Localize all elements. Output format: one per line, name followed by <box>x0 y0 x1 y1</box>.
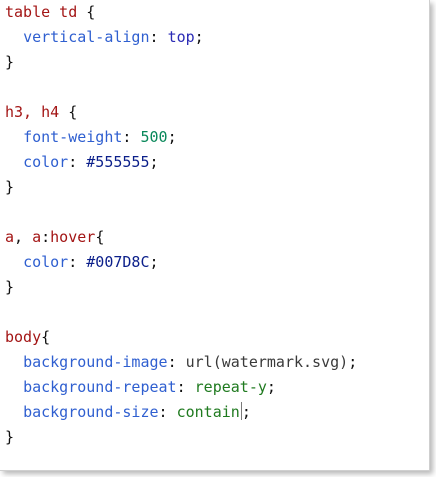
code-line[interactable]: background-size: contain; <box>5 400 429 425</box>
code-line[interactable]: a, a:hover{ <box>5 225 429 250</box>
css-keyword-value: repeat-y <box>194 378 267 396</box>
css-property: color <box>23 253 69 271</box>
css-punctuation <box>5 253 23 271</box>
css-punctuation <box>5 378 23 396</box>
code-line[interactable]: body{ <box>5 325 429 350</box>
css-punctuation: ; <box>149 253 159 271</box>
css-punctuation: ; <box>266 378 276 396</box>
css-selector: a <box>5 228 15 246</box>
css-property: font-weight <box>23 128 123 146</box>
css-punctuation <box>5 353 23 371</box>
css-punctuation: { <box>59 103 78 121</box>
code-line[interactable]: vertical-align: top; <box>5 25 429 50</box>
css-property: background-repeat <box>23 378 177 396</box>
code-line[interactable]: font-weight: 500; <box>5 125 429 150</box>
css-property: background-image <box>23 353 168 371</box>
css-punctuation: : <box>68 153 87 171</box>
css-selector: hover <box>50 228 96 246</box>
code-editor-window: table td { vertical-align: top;} h3, h4 {… <box>0 0 430 471</box>
code-line[interactable]: } <box>5 425 429 450</box>
code-line[interactable]: color: #007D8C; <box>5 250 429 275</box>
css-punctuation: } <box>5 178 15 196</box>
css-punctuation: } <box>5 428 15 446</box>
code-line[interactable]: h3, h4 { <box>5 100 429 125</box>
css-punctuation: } <box>5 53 15 71</box>
css-punctuation: : <box>41 228 51 246</box>
css-punctuation: : <box>122 128 141 146</box>
css-punctuation: { <box>95 228 105 246</box>
css-keyword-value: contain <box>176 403 240 421</box>
css-punctuation: ; <box>194 28 204 46</box>
css-punctuation: { <box>41 328 51 346</box>
css-punctuation: , <box>14 228 33 246</box>
css-punctuation: ; <box>241 403 251 421</box>
css-punctuation: ; <box>149 153 159 171</box>
css-punctuation: : <box>149 28 168 46</box>
css-property: color <box>23 153 69 171</box>
code-line[interactable]: } <box>5 50 429 75</box>
code-line[interactable]: background-repeat: repeat-y; <box>5 375 429 400</box>
css-keyword-value: top <box>167 28 195 46</box>
css-punctuation: : <box>158 403 177 421</box>
css-selector: table td <box>5 3 78 21</box>
css-property: vertical-align <box>23 28 150 46</box>
code-line[interactable] <box>5 200 429 225</box>
css-punctuation: ; <box>348 353 358 371</box>
code-line[interactable]: } <box>5 275 429 300</box>
css-punctuation: : <box>176 378 195 396</box>
code-line[interactable] <box>5 75 429 100</box>
css-number-value: 500 <box>140 128 168 146</box>
css-punctuation <box>5 28 23 46</box>
css-punctuation: : <box>68 253 87 271</box>
css-function-value: url(watermark.svg) <box>185 353 349 371</box>
css-property: background-size <box>23 403 159 421</box>
css-punctuation: } <box>5 278 15 296</box>
css-punctuation: { <box>77 3 96 21</box>
css-punctuation: : <box>167 353 186 371</box>
css-selector: body <box>5 328 42 346</box>
css-punctuation <box>5 153 23 171</box>
css-punctuation <box>5 403 23 421</box>
code-line[interactable]: color: #555555; <box>5 150 429 175</box>
code-line[interactable]: table td { <box>5 0 429 25</box>
css-selector: a <box>32 228 42 246</box>
css-punctuation <box>5 128 23 146</box>
code-line[interactable]: } <box>5 175 429 200</box>
code-line[interactable] <box>5 300 429 325</box>
css-punctuation: ; <box>167 128 177 146</box>
css-selector: h3, h4 <box>5 103 60 121</box>
css-color-value: #555555 <box>86 153 150 171</box>
code-line[interactable]: background-image: url(watermark.svg); <box>5 350 429 375</box>
css-color-value: #007D8C <box>86 253 150 271</box>
code-editor[interactable]: table td { vertical-align: top;} h3, h4 {… <box>5 0 429 450</box>
